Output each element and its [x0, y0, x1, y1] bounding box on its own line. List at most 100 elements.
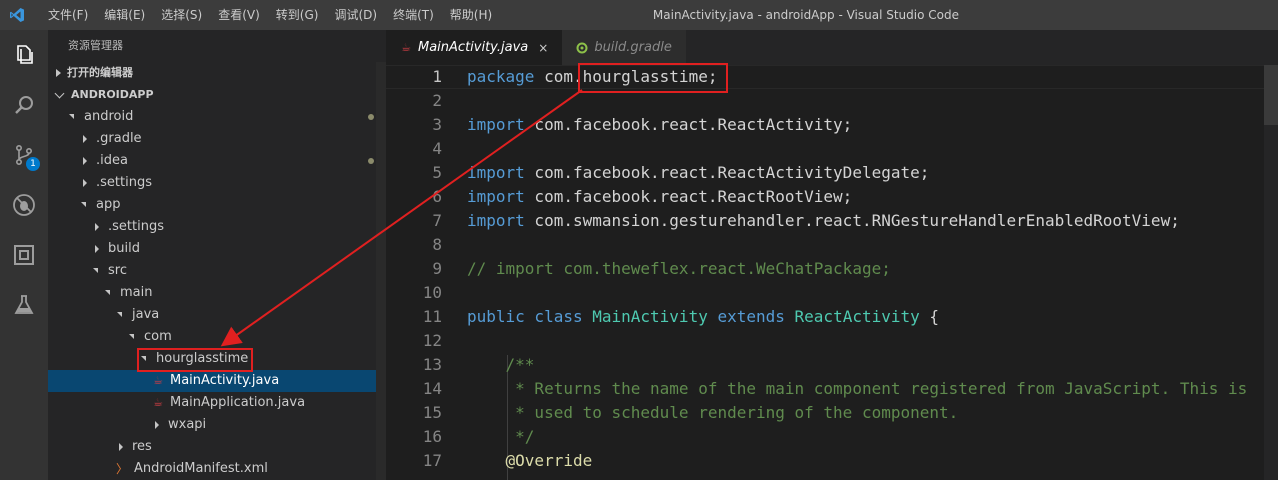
menu-item[interactable]: 选择(S)	[153, 0, 210, 30]
chevron-right-icon	[152, 419, 164, 431]
chevron-down-icon	[104, 287, 116, 299]
activity-bar: 1	[0, 30, 48, 480]
tree-item-label: hourglasstime	[156, 351, 249, 366]
line-number: 8	[432, 235, 442, 254]
line-number: 14	[422, 379, 442, 398]
tree-file-item[interactable]: 〉 AndroidManifest.xml	[48, 458, 386, 480]
code-text: public class MainActivity extends ReactA…	[467, 305, 939, 329]
tree-item-label: .settings	[96, 175, 152, 190]
code-token: import	[467, 187, 525, 206]
tree-folder-item[interactable]: res	[48, 436, 386, 458]
chevron-right-icon	[56, 69, 61, 77]
code-token: @Override	[467, 451, 593, 470]
tree-folder-item[interactable]: app	[48, 194, 386, 216]
title-bar: 文件(F) 编辑(E) 选择(S) 查看(V) 转到(G) 调试(D) 终端(T) 帮助(H)…	[0, 0, 1278, 30]
code-token: com.swmansion.gesturehandler.react.RNGes…	[524, 211, 1180, 230]
chevron-down-icon	[92, 265, 104, 277]
scrollbar-thumb[interactable]	[1264, 65, 1278, 125]
code-token: MainActivity	[592, 307, 708, 326]
chevron-down-icon	[116, 309, 128, 321]
files-icon[interactable]	[0, 30, 48, 80]
source-control-badge: 1	[26, 157, 40, 171]
tree-folder-item[interactable]: com	[48, 326, 386, 348]
tree-folder-item[interactable]: android	[48, 106, 386, 128]
tree-folder-item[interactable]: java	[48, 304, 386, 326]
code-token: com.facebook.react.ReactActivityDelegate…	[524, 163, 930, 182]
tree-folder-item[interactable]: hourglasstime	[48, 348, 386, 370]
line-number: 3	[432, 115, 442, 134]
tab-mainactivity[interactable]: ☕ MainActivity.java ×	[386, 30, 563, 65]
tree-folder-item[interactable]: main	[48, 282, 386, 304]
code-text: import com.swmansion.gesturehandler.reac…	[467, 209, 1180, 233]
tree-folder-item[interactable]: wxapi	[48, 414, 386, 436]
chevron-right-icon	[80, 177, 92, 189]
tree-folder-item[interactable]: .settings	[48, 216, 386, 238]
tree-item-label: wxapi	[168, 417, 207, 432]
tab-build-gradle[interactable]: build.gradle	[562, 30, 686, 65]
menu-item[interactable]: 文件(F)	[40, 0, 96, 30]
menu-item[interactable]: 帮助(H)	[442, 0, 500, 30]
sidebar-scrollbar[interactable]	[376, 62, 386, 480]
code-token: */	[467, 427, 535, 446]
code-token: package	[467, 67, 535, 86]
tree-item-label: res	[132, 439, 152, 454]
tree-item-label: src	[108, 263, 127, 278]
code-editor[interactable]: 1 package com.hourglasstime; 2 3 import com.…	[386, 65, 1278, 480]
chevron-right-icon	[116, 441, 128, 453]
line-number: 17	[422, 451, 442, 470]
line-number: 10	[422, 283, 442, 302]
tree-folder-item[interactable]: src	[48, 260, 386, 282]
open-editors-section[interactable]: 打开的编辑器	[48, 62, 386, 84]
chevron-down-icon	[80, 199, 92, 211]
tree-folder-item[interactable]: .idea	[48, 150, 386, 172]
close-icon[interactable]: ×	[538, 41, 548, 55]
modified-dot-icon	[368, 114, 374, 120]
tree-folder-item[interactable]: .settings	[48, 172, 386, 194]
code-text: import com.facebook.react.ReactRootView;	[467, 185, 852, 209]
editor-scrollbar[interactable]	[1264, 65, 1278, 480]
chevron-right-icon	[80, 133, 92, 145]
code-text: import com.facebook.react.ReactActivityD…	[467, 161, 929, 185]
line-number: 4	[432, 139, 442, 158]
file-tree: android .gradle .idea .settings app .settings…	[48, 106, 386, 480]
tree-file-item[interactable]: ☕ MainApplication.java	[48, 392, 386, 414]
code-text: * Returns the name of the main component…	[467, 377, 1247, 401]
line-number: 5	[432, 163, 442, 182]
tree-folder-item[interactable]: build	[48, 238, 386, 260]
tree-item-label: java	[132, 307, 160, 322]
line-number: 9	[432, 259, 442, 278]
code-text: // import com.theweflex.react.WeChatPack…	[467, 257, 891, 281]
source-control-icon[interactable]: 1	[0, 130, 48, 180]
editor-tabs: ☕ MainActivity.java × build.gradle	[386, 30, 1278, 65]
java-file-icon: ☕	[153, 396, 163, 409]
extensions-icon[interactable]	[0, 230, 48, 280]
debug-icon[interactable]	[0, 180, 48, 230]
code-token: /**	[467, 355, 535, 374]
java-file-icon: ☕	[153, 374, 163, 387]
vscode-logo-icon	[0, 0, 34, 30]
search-icon[interactable]	[0, 80, 48, 130]
tree-item-label: com	[144, 329, 172, 344]
chevron-right-icon	[92, 243, 104, 255]
code-token: extends	[707, 307, 795, 326]
modified-dot-icon	[368, 158, 374, 164]
menu-item[interactable]: 调试(D)	[326, 0, 385, 30]
test-icon[interactable]	[0, 280, 48, 330]
menu-item[interactable]: 转到(G)	[268, 0, 327, 30]
tree-file-item[interactable]: ☕ MainActivity.java	[48, 370, 386, 392]
tree-item-label: .settings	[108, 219, 164, 234]
line-number: 12	[422, 331, 442, 350]
workspace-section[interactable]: ANDROIDAPP	[48, 84, 386, 106]
code-token: ReactActivity	[794, 307, 920, 326]
tree-folder-item[interactable]: .gradle	[48, 128, 386, 150]
menu-item[interactable]: 终端(T)	[385, 0, 442, 30]
code-text: import com.facebook.react.ReactActivity;	[467, 113, 852, 137]
chevron-down-icon	[68, 111, 80, 123]
sidebar-title: 资源管理器	[68, 39, 123, 52]
code-token: public class	[467, 307, 593, 326]
menu-item[interactable]: 查看(V)	[210, 0, 268, 30]
tree-item-label: .gradle	[96, 131, 142, 146]
menu-item[interactable]: 编辑(E)	[96, 0, 153, 30]
chevron-right-icon	[80, 155, 92, 167]
tree-item-label: android	[84, 109, 134, 124]
